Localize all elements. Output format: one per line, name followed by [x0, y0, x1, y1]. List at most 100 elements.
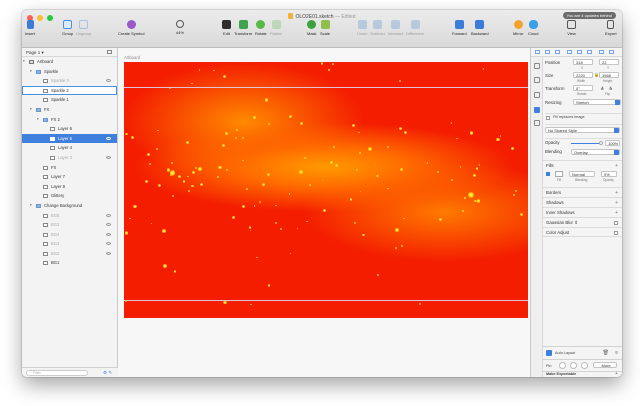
export-row[interactable]: Make Exportable +	[543, 371, 622, 377]
inspector-tab-prototype[interactable]	[534, 120, 540, 126]
layer-row[interactable]: BG2	[22, 249, 117, 259]
disclosure-triangle-icon[interactable]: ▾	[37, 115, 39, 125]
view-button[interactable]: View	[567, 20, 576, 36]
rotate-button[interactable]: Rotate	[255, 20, 267, 36]
eye-icon[interactable]	[106, 251, 111, 255]
disclosure-triangle-icon[interactable]: ▾	[30, 201, 32, 211]
flip-horizontal-icon[interactable]: ◭	[601, 85, 604, 90]
opacity-slider-knob[interactable]	[599, 141, 603, 145]
pin-more-button[interactable]: More	[593, 362, 617, 368]
options-icon[interactable]: ≡	[615, 350, 618, 356]
opacity-slider[interactable]	[571, 143, 601, 144]
position-y-input[interactable]: 22	[599, 59, 619, 65]
insert-button[interactable]: Insert	[25, 20, 35, 36]
inspector-tab-resize[interactable]	[534, 92, 540, 98]
layer-row[interactable]: ▾ FX	[22, 105, 117, 115]
mirror-button[interactable]: Mirror	[513, 20, 523, 36]
align-middle-icon[interactable]	[577, 50, 582, 54]
distribute-vertical-icon[interactable]	[609, 50, 614, 54]
color-adjust-section[interactable]: Color Adjust	[543, 227, 622, 237]
fill-opacity-input[interactable]: 0%	[601, 171, 617, 177]
borders-section[interactable]: Borders +	[543, 187, 622, 197]
cloud-button[interactable]: Cloud	[528, 20, 538, 36]
layer-row[interactable]: ▾ Change Background	[22, 201, 117, 211]
layer-row[interactable]: BG1	[22, 258, 117, 268]
mask-button[interactable]: Mask	[307, 20, 317, 36]
intersect-button[interactable]: Intersect	[388, 20, 403, 36]
layer-row[interactable]: Layer 4	[22, 143, 117, 153]
trash-icon[interactable]: 🗑	[603, 350, 609, 356]
disclosure-triangle-icon[interactable]: ▾	[30, 67, 32, 77]
inner-shadows-section[interactable]: Inner Shadows +	[543, 207, 622, 217]
flip-vertical-icon[interactable]: ◮	[609, 85, 612, 90]
layer-row[interactable]: Layer 8	[22, 182, 117, 192]
fill-color-swatch[interactable]	[555, 171, 563, 177]
layer-row[interactable]: BG4	[22, 230, 117, 240]
align-bottom-icon[interactable]	[587, 50, 592, 54]
position-x-input[interactable]: 318	[573, 59, 593, 65]
distribute-horizontal-icon[interactable]	[599, 50, 604, 54]
forward-button[interactable]: Forward	[452, 20, 467, 36]
disclosure-triangle-icon[interactable]: ▾	[30, 105, 32, 115]
flatten-button[interactable]: Flatten	[270, 20, 282, 36]
backward-button[interactable]: Backward	[471, 20, 489, 36]
layer-row[interactable]: Sparkle 3	[22, 76, 117, 86]
align-right-icon[interactable]	[555, 50, 560, 54]
layer-row[interactable]: BG5	[22, 211, 117, 221]
pin-center-icon[interactable]	[559, 362, 566, 369]
page-selector[interactable]: Page 1 ▾	[22, 48, 117, 57]
align-left-icon[interactable]	[535, 50, 540, 54]
layer-row[interactable]: FX	[22, 163, 117, 173]
eye-icon[interactable]	[106, 136, 111, 140]
filter-options-icon[interactable]: ⚙ ✎	[103, 370, 112, 376]
layer-row[interactable]: Sparkle 2	[22, 85, 117, 96]
eye-icon[interactable]	[106, 213, 111, 217]
layer-row[interactable]: ▾ Artboard	[22, 57, 117, 67]
inspector-tab-style[interactable]	[534, 63, 540, 69]
difference-button[interactable]: Difference	[406, 20, 424, 36]
opacity-input[interactable]: 100%	[605, 140, 620, 146]
layer-row[interactable]: Layer 7	[22, 172, 117, 182]
eye-icon[interactable]	[106, 232, 111, 236]
layer-row[interactable]: Layer 3	[22, 153, 117, 163]
filter-input[interactable]: Filter	[26, 370, 88, 376]
align-center-icon[interactable]	[545, 50, 550, 54]
update-notice[interactable]: You are 4 updates behind	[562, 12, 616, 19]
transform-button[interactable]: Transform	[234, 20, 252, 36]
layer-row[interactable]: Layer 6	[22, 124, 117, 134]
eye-icon[interactable]	[106, 155, 111, 159]
resizing-select[interactable]: Stretch	[573, 99, 621, 105]
gaussian-blur-section[interactable]: Gaussian Blur ⇕	[543, 217, 622, 227]
disclosure-triangle-icon[interactable]: ▾	[23, 57, 25, 67]
layer-row[interactable]: Glittery	[22, 191, 117, 201]
union-button[interactable]: Union	[357, 20, 367, 36]
align-top-icon[interactable]	[567, 50, 572, 54]
pin-height-icon[interactable]	[581, 362, 588, 369]
layer-row[interactable]: BG3	[22, 239, 117, 249]
pages-toggle-icon[interactable]	[107, 50, 112, 54]
layer-row[interactable]: Layer 5	[22, 133, 117, 144]
color-adjust-checkbox[interactable]	[614, 231, 618, 235]
create-symbol-button[interactable]: Create Symbol	[118, 20, 144, 36]
zoom-control[interactable]: 44%	[176, 20, 184, 35]
ungroup-button[interactable]: Ungroup	[76, 20, 91, 36]
layer-row[interactable]: BG3	[22, 220, 117, 230]
gaussian-blur-checkbox[interactable]	[614, 221, 618, 225]
fill-replaces-checkbox[interactable]	[546, 116, 550, 120]
pin-width-icon[interactable]	[570, 362, 577, 369]
eye-icon[interactable]	[106, 223, 111, 227]
layer-row[interactable]: Sparkle 1	[22, 95, 117, 105]
width-input[interactable]: 2220	[573, 72, 593, 78]
export-button[interactable]: Export	[605, 20, 617, 36]
inspector-tab-layout[interactable]	[534, 107, 540, 113]
artboard-title[interactable]: Artboard	[124, 55, 140, 60]
add-export-icon[interactable]: +	[615, 371, 618, 377]
edit-button[interactable]: Edit	[222, 20, 231, 36]
fill-enabled-checkbox[interactable]	[546, 172, 550, 176]
blending-select[interactable]: Overlay	[571, 149, 620, 155]
rotate-input[interactable]: 0°	[573, 85, 593, 91]
scale-button[interactable]: Scale	[320, 20, 330, 36]
subtract-button[interactable]: Subtract	[370, 20, 385, 36]
shadows-section[interactable]: Shadows +	[543, 197, 622, 207]
fill-blend-select[interactable]: Normal	[569, 171, 595, 177]
